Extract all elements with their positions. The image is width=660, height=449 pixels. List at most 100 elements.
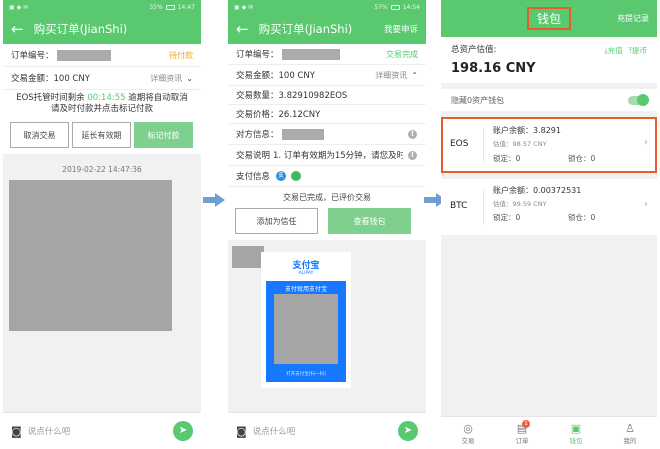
battery-level: 57% xyxy=(374,3,388,11)
divider xyxy=(483,127,484,163)
alipay-sub: ALIPAY xyxy=(298,271,314,276)
chat-input[interactable]: 说点什么吧 xyxy=(28,425,173,437)
camera-icon[interactable]: ◙ xyxy=(236,425,247,438)
deposit-label: 充值 xyxy=(607,46,623,55)
tab-wallet[interactable]: ▣ 钱包 xyxy=(549,417,603,449)
wechat-icon xyxy=(291,171,302,181)
chat-input-bar: ◙ 说点什么吧 ➤ xyxy=(3,412,201,449)
coin-row-btc[interactable]: BTC 账户余额：0.00372531 估值：99.59 CNY 锁定：0 锁仓… xyxy=(441,179,657,235)
tab-trade[interactable]: ◎ 交易 xyxy=(441,417,495,449)
details-toggle[interactable]: 详细资讯 ⌄ xyxy=(150,73,193,84)
battery-icon xyxy=(165,4,175,10)
chat-area: 2019-02-22 14:47:36 xyxy=(3,157,201,412)
app-header: 钱包 充提记录 xyxy=(441,0,657,37)
status-bar: ▣ ◆ ✉ 57% 14:54 xyxy=(228,0,426,14)
tab-orders[interactable]: ▤ 1 订单 xyxy=(495,417,549,449)
amount-row: 交易金额：100 CNY 详细资讯 ⌃ xyxy=(228,65,426,86)
back-arrow-icon[interactable]: ← xyxy=(11,21,24,37)
redacted-counterparty xyxy=(281,128,324,140)
info-icon[interactable]: ! xyxy=(408,129,417,139)
divider xyxy=(483,189,484,225)
page-title: 购买订单(JianShi) xyxy=(33,22,128,36)
add-trust-button[interactable]: 添加为信任 xyxy=(235,208,318,234)
order-status: 交易完成 xyxy=(386,49,418,59)
send-icon[interactable]: ➤ xyxy=(398,421,418,441)
chevron-right-icon: › xyxy=(644,199,648,210)
withdraw-label: 提币 xyxy=(632,46,647,55)
order-number-label: 订单编号： xyxy=(11,51,54,61)
mark-paid-button[interactable]: 标记付款 xyxy=(134,122,193,148)
alipay-hint: 打开支付宝[扫一扫] xyxy=(286,372,326,377)
action-buttons: 添加为信任 查看钱包 xyxy=(228,206,426,240)
chevron-up-icon: ⌃ xyxy=(411,70,418,80)
chat-timestamp: 2019-02-22 14:47:36 xyxy=(62,165,142,174)
details-link: 详细资讯 xyxy=(150,73,183,83)
hide-zero-toggle[interactable] xyxy=(628,93,649,106)
coin-row-eos[interactable]: EOS 账户余额：3.8291 估值：98.57 CNY 锁定：0 锁仓：0 › xyxy=(441,117,657,173)
chat-input-bar: ◙ 说点什么吧 ➤ xyxy=(228,412,426,449)
page-title: 钱包 xyxy=(526,7,571,30)
chevron-right-icon: › xyxy=(644,137,648,148)
price-label: 交易价格：26.12CNY xyxy=(236,110,321,120)
appeal-link[interactable]: 我要申诉 xyxy=(384,23,418,35)
description-label: 交易说明 xyxy=(236,151,271,161)
view-wallet-button[interactable]: 查看钱包 xyxy=(328,208,411,234)
cancel-trade-button[interactable]: 取消交易 xyxy=(10,122,69,148)
alipay-logo: 支付宝 xyxy=(261,258,351,271)
alipay-icon: 支 xyxy=(276,171,287,181)
redacted-chat-image[interactable] xyxy=(9,180,172,331)
camera-icon[interactable]: ◙ xyxy=(11,425,22,438)
bottom-tab-bar: ◎ 交易 ▤ 1 订单 ▣ 钱包 ♙ 我的 xyxy=(441,416,657,449)
coin-balance: 账户余额：0.00372531 xyxy=(493,186,582,195)
redacted-order-number xyxy=(56,49,111,61)
clock: 14:47 xyxy=(177,3,195,11)
coin-estimate: 估值：99.59 CNY xyxy=(493,200,547,208)
action-buttons: 取消交易 延长有效期 标记付款 xyxy=(3,120,201,154)
deposit-button[interactable]: ⤓充值 xyxy=(604,45,622,56)
coin-locked: 锁仓：0 xyxy=(568,213,596,222)
amount-row: 交易金额：100 CNY 详细资讯 ⌄ xyxy=(3,67,201,90)
qr-panel: 支付就用支付宝 打开支付宝[扫一扫] xyxy=(266,281,346,382)
alipay-banner: 支付就用支付宝 xyxy=(284,286,327,293)
notice-suffix: 逾期将自动取消 xyxy=(128,93,188,103)
tab-label: 交易 xyxy=(461,436,475,445)
back-arrow-icon[interactable]: ← xyxy=(236,21,249,37)
info-icon[interactable]: ! xyxy=(408,150,417,160)
amount-label: 交易金额：100 CNY xyxy=(11,74,90,84)
wallet-icon: ▣ xyxy=(570,421,582,435)
amount-label: 交易金额：100 CNY xyxy=(236,71,315,81)
page-title: 购买订单(JianShi) xyxy=(258,22,353,36)
withdraw-button[interactable]: ⤒提币 xyxy=(629,45,647,56)
payment-info-label: 支付信息 xyxy=(236,172,271,182)
quantity-row: 交易数量：3.82910982EOS xyxy=(228,86,426,105)
chat-area: 支付宝 ALIPAY 支付就用支付宝 打开支付宝[扫一扫] xyxy=(228,241,426,412)
payment-info-row: 支付信息 支 xyxy=(228,166,426,187)
app-header: ← 购买订单(JianShi) 我要申诉 xyxy=(228,14,426,44)
tab-label: 订单 xyxy=(515,436,529,445)
user-icon: ♙ xyxy=(625,421,635,435)
quantity-label: 交易数量：3.82910982EOS xyxy=(236,91,348,101)
order-number-row: 订单编号： 待付款 xyxy=(3,44,201,67)
tab-me[interactable]: ♙ 我的 xyxy=(603,417,657,449)
redacted-order-number xyxy=(281,48,340,60)
escrow-notice: EOS托管时间剩余 00:14:55 逾期将自动取消 请及时付款并点击标记付款 xyxy=(3,90,201,120)
send-icon[interactable]: ➤ xyxy=(173,421,193,441)
history-link[interactable]: 充提记录 xyxy=(617,13,649,24)
details-toggle[interactable]: 详细资讯 ⌃ xyxy=(375,70,418,81)
countdown-timer: 00:14:55 xyxy=(87,93,126,103)
order-status: 待付款 xyxy=(169,50,193,60)
screen-pending-order: ▣ ◆ ✉ 55% 14:47 ← 购买订单(JianShi) 订单编号： 待付款… xyxy=(3,0,201,449)
screen-completed-order: ▣ ◆ ✉ 57% 14:54 ← 购买订单(JianShi) 我要申诉 订单编号… xyxy=(228,0,426,449)
balance-actions: ⤓充值 ⤒提币 xyxy=(604,45,647,56)
chevron-down-icon: ⌄ xyxy=(186,73,193,83)
details-link: 详细资讯 xyxy=(375,70,408,80)
notice-line2: 请及时付款并点击标记付款 xyxy=(50,104,153,114)
redacted-qr-code xyxy=(274,294,338,364)
description-row: 交易说明 1. 订单有效期为15分钟，请您及时在... ! xyxy=(228,145,426,166)
description-text: 1. 订单有效期为15分钟，请您及时在... xyxy=(273,151,404,161)
screen-wallet: 钱包 充提记录 总资产估值: 198.16 CNY ⤓充值 ⤒提币 隐藏0资产钱… xyxy=(441,0,657,449)
alipay-qr-card[interactable]: 支付宝 ALIPAY 支付就用支付宝 打开支付宝[扫一扫] xyxy=(261,252,351,388)
extend-validity-button[interactable]: 延长有效期 xyxy=(72,122,131,148)
chat-input[interactable]: 说点什么吧 xyxy=(253,425,398,437)
hide-zero-row: 隐藏0资产钱包 xyxy=(441,89,657,111)
